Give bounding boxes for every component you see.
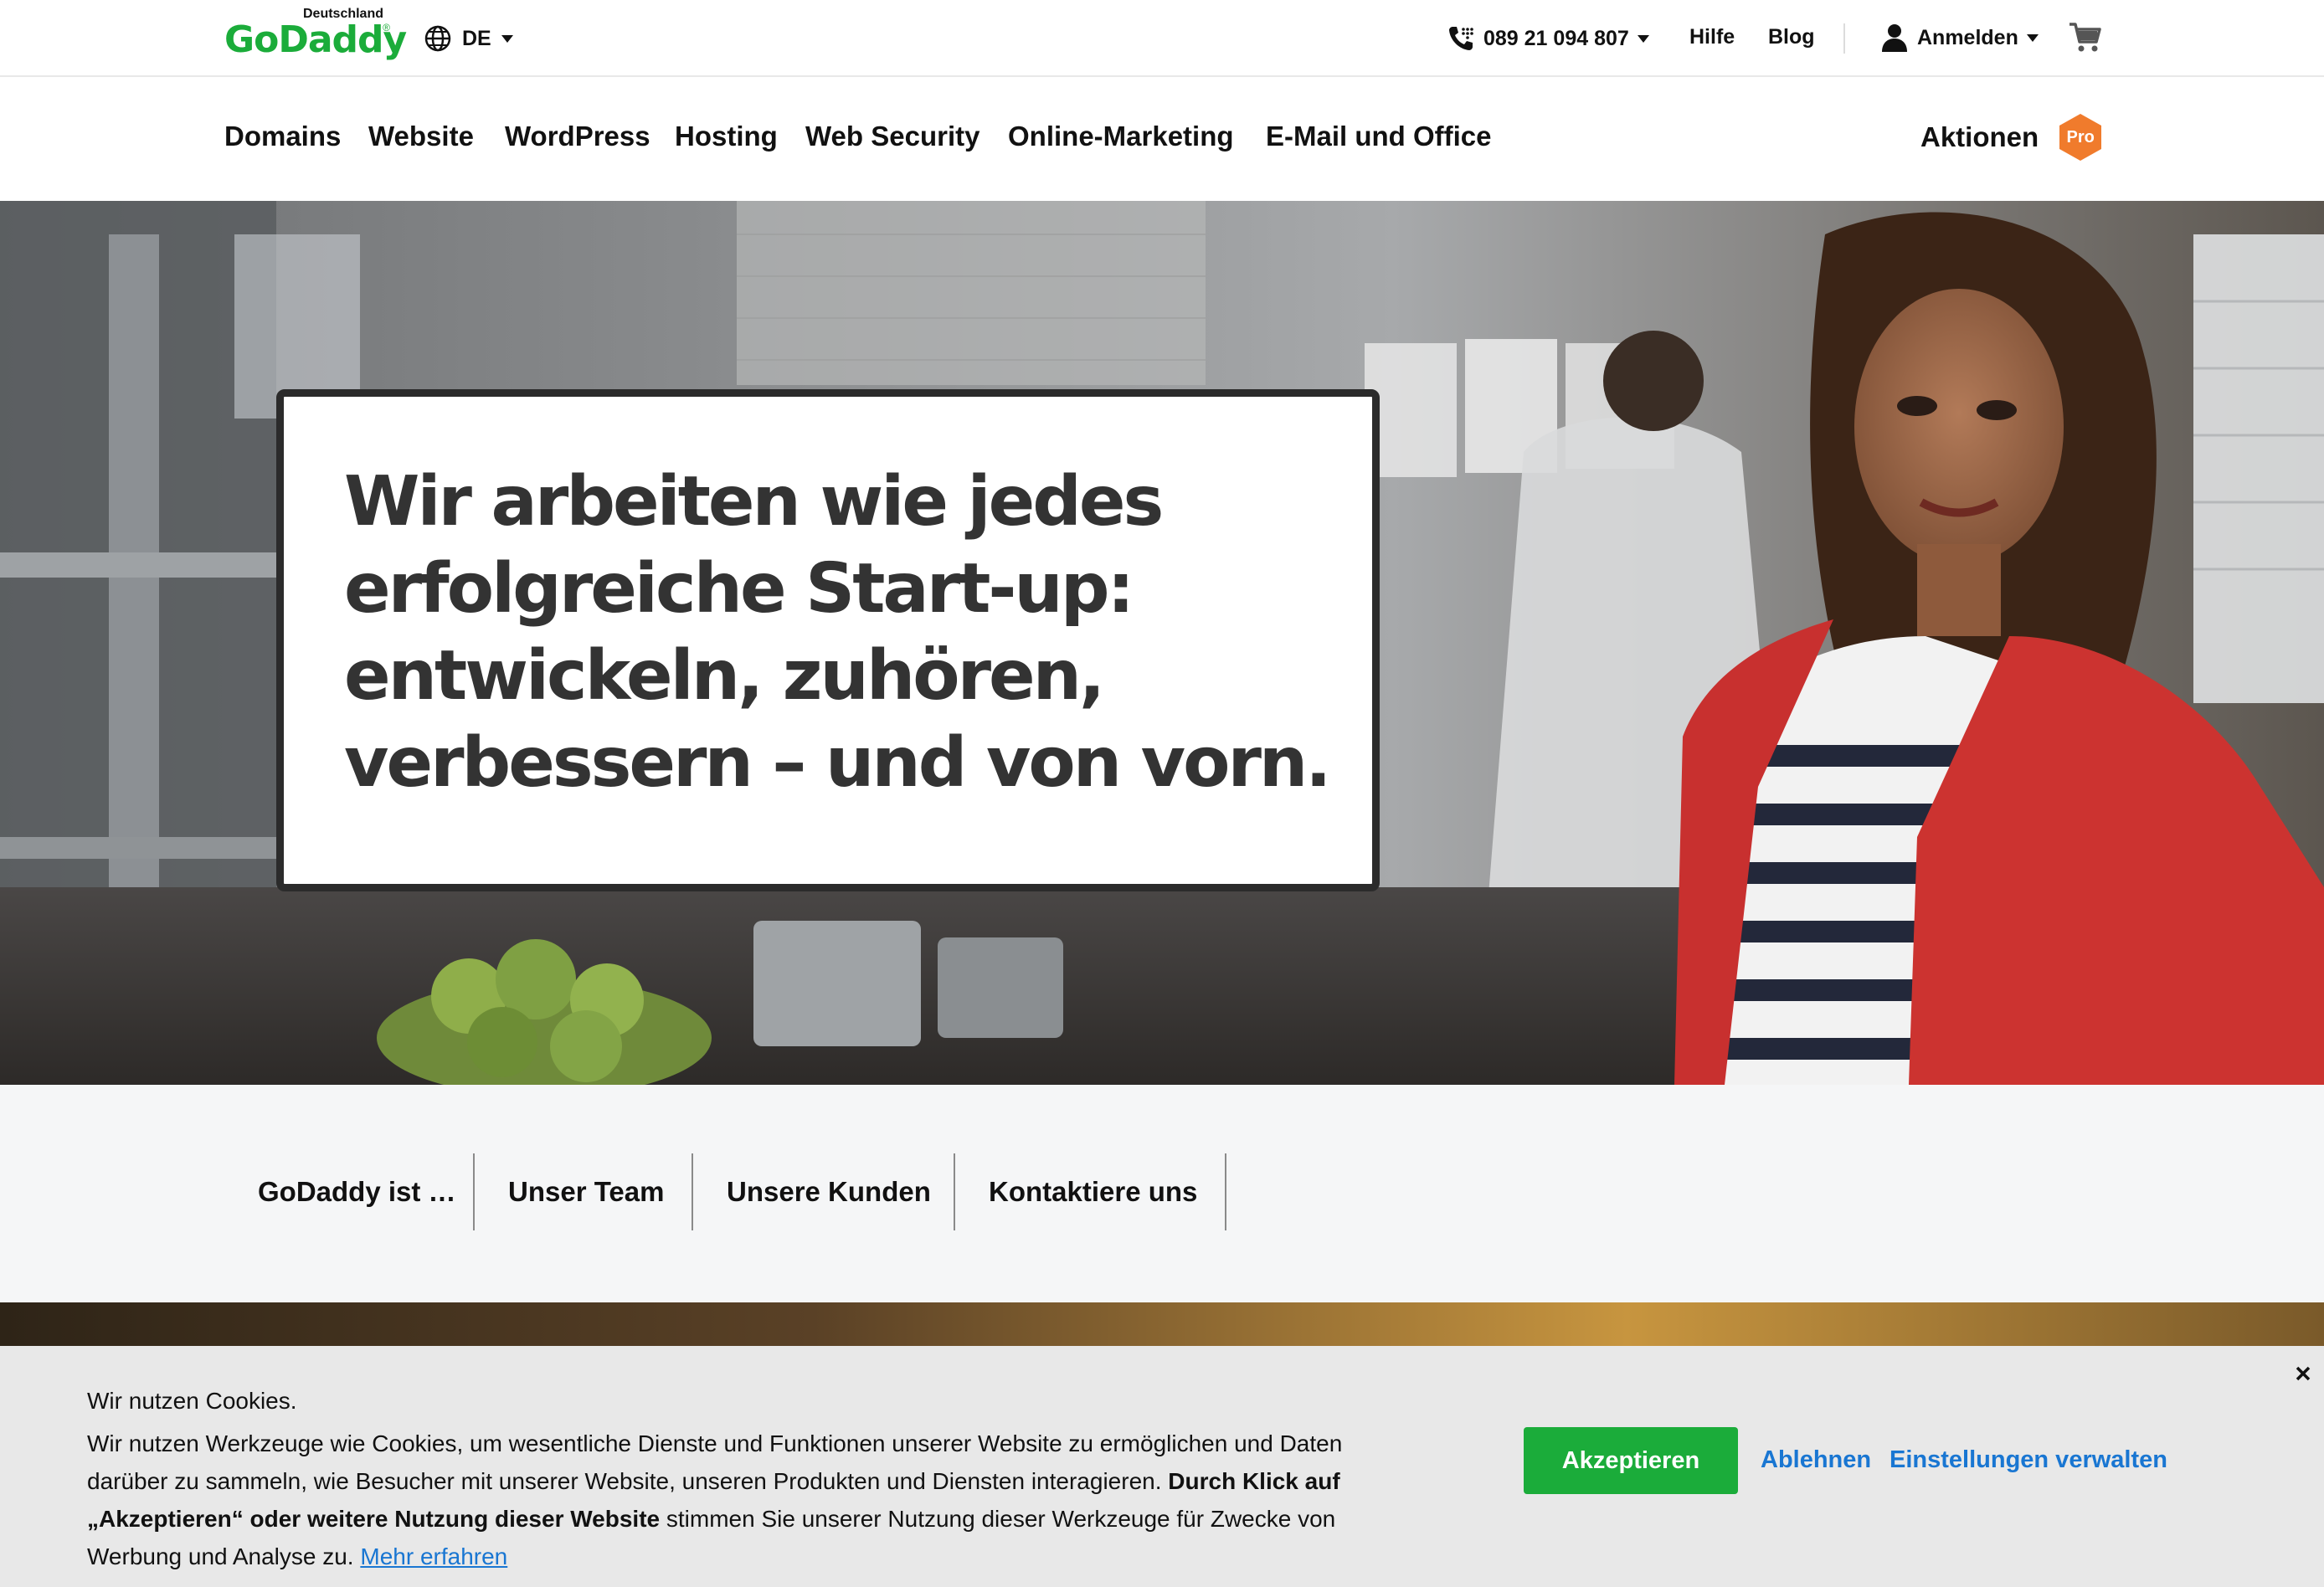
utility-divider [1843, 23, 1845, 54]
tab-label: Kontaktiere uns [989, 1176, 1198, 1207]
tab-label: Unser Team [508, 1176, 665, 1207]
about-tabs: GoDaddy ist … Unser Team Unsere Kunden K… [0, 1085, 2324, 1302]
chevron-down-icon [2026, 33, 2039, 42]
signin-menu[interactable]: Anmelden [1880, 20, 2039, 55]
phone-icon [1449, 27, 1473, 50]
close-button[interactable] [2291, 1361, 2316, 1386]
tab-divider [473, 1153, 475, 1230]
help-link[interactable]: Hilfe [1689, 25, 1735, 49]
tab-divider [954, 1153, 955, 1230]
tab-kontaktiere-uns[interactable]: Kontaktiere uns [989, 1153, 1197, 1230]
nav-item-hosting[interactable]: Hosting [675, 121, 778, 152]
tab-unser-team[interactable]: Unser Team [508, 1153, 664, 1230]
cookie-text-intro: Wir nutzen Werkzeuge wie Cookies, um wes… [87, 1430, 1343, 1494]
chevron-down-icon [1637, 34, 1649, 43]
godaddy-logo[interactable]: Deutschland GoDaddy ® [224, 7, 407, 61]
blog-link[interactable]: Blog [1768, 25, 1815, 49]
nav-item-online-marketing[interactable]: Online-Marketing [1008, 121, 1234, 152]
logo-registered-mark: ® [383, 22, 390, 33]
main-nav: Domains Website WordPress Hosting Web Se… [0, 77, 2324, 201]
hero-card: Wir arbeiten wie jedes erfolgreiche Star… [276, 389, 1380, 891]
pro-badge: Pro [2055, 112, 2105, 162]
tab-godaddy-ist[interactable]: GoDaddy ist … [258, 1153, 456, 1230]
logo-wordmark: GoDaddy [224, 18, 407, 61]
nav-item-email-office[interactable]: E-Mail und Office [1266, 121, 1492, 152]
phone-contact[interactable]: 089 21 094 807 [1447, 22, 1649, 55]
next-section-photo [0, 1302, 2324, 1353]
cookie-title: Wir nutzen Cookies. [87, 1388, 297, 1414]
chevron-down-icon [501, 34, 513, 43]
next-section-image [0, 1302, 2324, 1353]
language-selector[interactable]: DE [424, 22, 513, 55]
signin-label: Anmelden [1917, 25, 2018, 49]
cart-button[interactable] [2068, 20, 2103, 55]
close-icon [2296, 1366, 2311, 1381]
cookie-text: Wir nutzen Werkzeuge wie Cookies, um wes… [87, 1425, 1393, 1575]
tab-divider [1225, 1153, 1226, 1230]
decline-cookies-link[interactable]: Ablehnen [1761, 1446, 1871, 1474]
tab-label: GoDaddy ist … [258, 1176, 456, 1207]
promotions-link[interactable]: Aktionen Pro [1920, 112, 2105, 162]
utility-bar: Deutschland GoDaddy ® DE 089 21 094 807 … [0, 0, 2324, 77]
hero-headline: Wir arbeiten wie jedes erfolgreiche Star… [344, 462, 1331, 803]
tab-label: Unsere Kunden [727, 1176, 931, 1207]
cookie-banner: Wir nutzen Cookies. Wir nutzen Werkzeuge… [0, 1346, 2324, 1587]
language-label: DE [462, 26, 491, 50]
phone-number: 089 21 094 807 [1483, 26, 1629, 50]
cart-icon [2069, 23, 2101, 52]
nav-item-domains[interactable]: Domains [224, 121, 341, 152]
accept-cookies-button[interactable]: Akzeptieren [1524, 1427, 1738, 1494]
user-icon [1882, 24, 1907, 52]
pro-badge-label: Pro [2066, 128, 2095, 146]
tab-divider [692, 1153, 693, 1230]
nav-item-web-security[interactable]: Web Security [805, 121, 979, 152]
learn-more-link[interactable]: Mehr erfahren [360, 1543, 507, 1569]
manage-settings-link[interactable]: Einstellungen verwalten [1890, 1446, 2167, 1474]
tab-unsere-kunden[interactable]: Unsere Kunden [727, 1153, 931, 1230]
nav-item-website[interactable]: Website [368, 121, 474, 152]
hero-banner: Wir arbeiten wie jedes erfolgreiche Star… [0, 201, 2324, 1085]
promotions-label: Aktionen [1920, 121, 2039, 152]
nav-item-wordpress[interactable]: WordPress [505, 121, 650, 152]
globe-icon [424, 25, 451, 52]
